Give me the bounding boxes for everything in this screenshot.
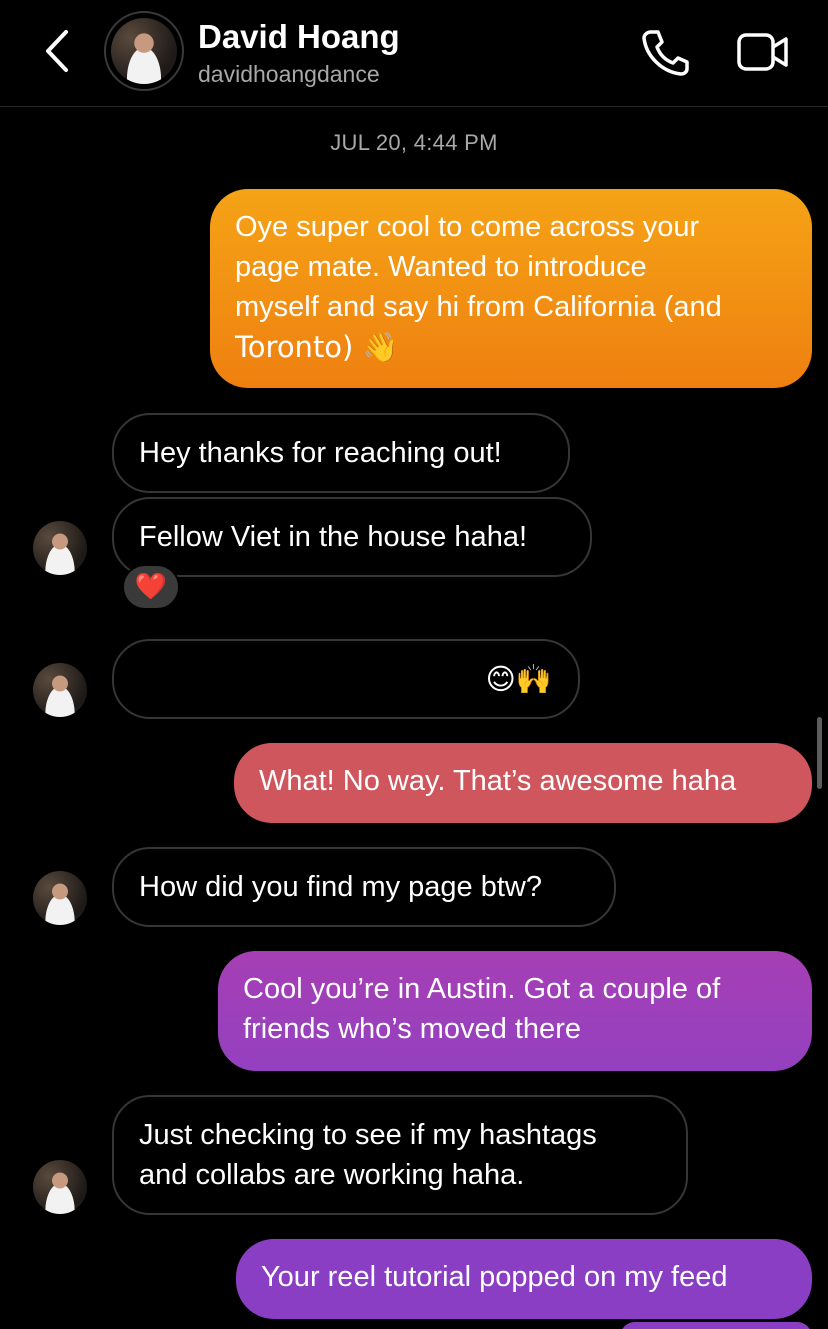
message-text: Your reel tutorial popped on my feed bbox=[261, 1261, 728, 1293]
message-text: How did you find my page btw? bbox=[139, 871, 542, 903]
message-bubble-sent[interactable]: Cool you’re in Austin. Got a couple of f… bbox=[218, 951, 812, 1071]
message-bubble-sent[interactable]: Oye super cool to come across your page … bbox=[210, 189, 812, 388]
message-bubble-received[interactable]: 😊🙌 bbox=[112, 639, 580, 719]
message-bubble-received[interactable]: Hey thanks for reaching out! bbox=[112, 413, 570, 493]
message-bubble-received[interactable]: How did you find my page btw? bbox=[112, 847, 616, 927]
sender-avatar[interactable] bbox=[33, 871, 87, 925]
message-text: Fellow Viet in the house haha! bbox=[139, 521, 528, 553]
message-text: Hey thanks for reaching out! bbox=[139, 437, 502, 469]
contact-handle[interactable]: davidhoangdance bbox=[198, 61, 380, 88]
back-icon[interactable] bbox=[40, 28, 74, 74]
scrollbar[interactable] bbox=[817, 717, 822, 789]
message-text-line: Oye super cool to come across your bbox=[235, 211, 700, 243]
sender-avatar[interactable] bbox=[33, 521, 87, 575]
message-bubble-received[interactable]: Fellow Viet in the house haha! bbox=[112, 497, 592, 577]
message-text-line: friends who’s moved there bbox=[243, 1013, 581, 1045]
chat-header: David Hoang davidhoangdance bbox=[0, 0, 828, 107]
message-bubble-received[interactable]: Just checking to see if my hashtags and … bbox=[112, 1095, 688, 1215]
sender-avatar[interactable] bbox=[33, 1160, 87, 1214]
message-bubble-sent[interactable]: What! No way. That’s awesome haha bbox=[234, 743, 812, 823]
message-bubble-sent[interactable]: Your reel tutorial popped on my feed bbox=[236, 1239, 812, 1319]
profile-photo bbox=[111, 18, 177, 84]
sender-avatar[interactable] bbox=[33, 663, 87, 717]
message-bubble-sent-partial[interactable] bbox=[620, 1322, 812, 1329]
message-emoji-text: 😊🙌 bbox=[485, 662, 552, 696]
message-text-line: Cool you’re in Austin. Got a couple of bbox=[243, 973, 721, 1005]
message-text-line: Just checking to see if my hashtags bbox=[139, 1119, 597, 1151]
conversation-timestamp: JUL 20, 4:44 PM bbox=[330, 130, 498, 155]
message-text-line: myself and say hi from California (and bbox=[235, 291, 722, 323]
phone-call-icon[interactable] bbox=[640, 28, 690, 76]
contact-name[interactable]: David Hoang bbox=[198, 18, 400, 56]
profile-avatar[interactable] bbox=[104, 11, 184, 91]
message-text-line: and collabs are working haha. bbox=[139, 1159, 525, 1191]
message-text-line: page mate. Wanted to introduce bbox=[235, 251, 647, 283]
message-text: What! No way. That’s awesome haha bbox=[259, 765, 737, 797]
message-text-line: Toronto) 👋 bbox=[235, 330, 399, 364]
heart-reaction-icon[interactable]: ❤️ bbox=[122, 564, 180, 610]
video-call-icon[interactable] bbox=[736, 30, 790, 74]
